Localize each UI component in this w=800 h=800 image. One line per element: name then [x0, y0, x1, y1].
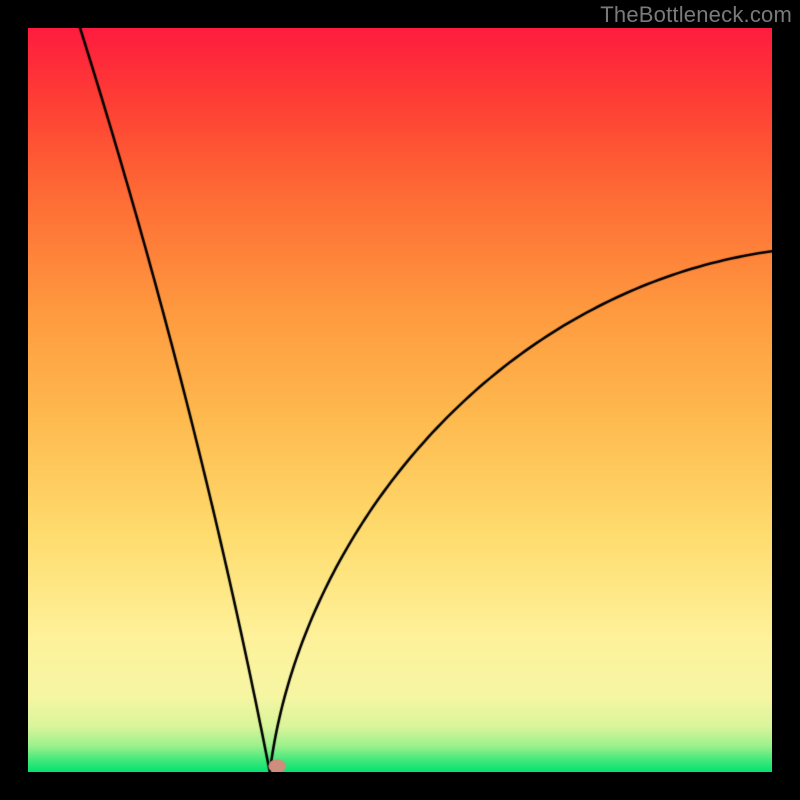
chart-container: TheBottleneck.com: [0, 0, 800, 800]
watermark-text: TheBottleneck.com: [600, 2, 792, 28]
bottleneck-curve-canvas: [28, 28, 772, 772]
plot-area: [28, 28, 772, 772]
